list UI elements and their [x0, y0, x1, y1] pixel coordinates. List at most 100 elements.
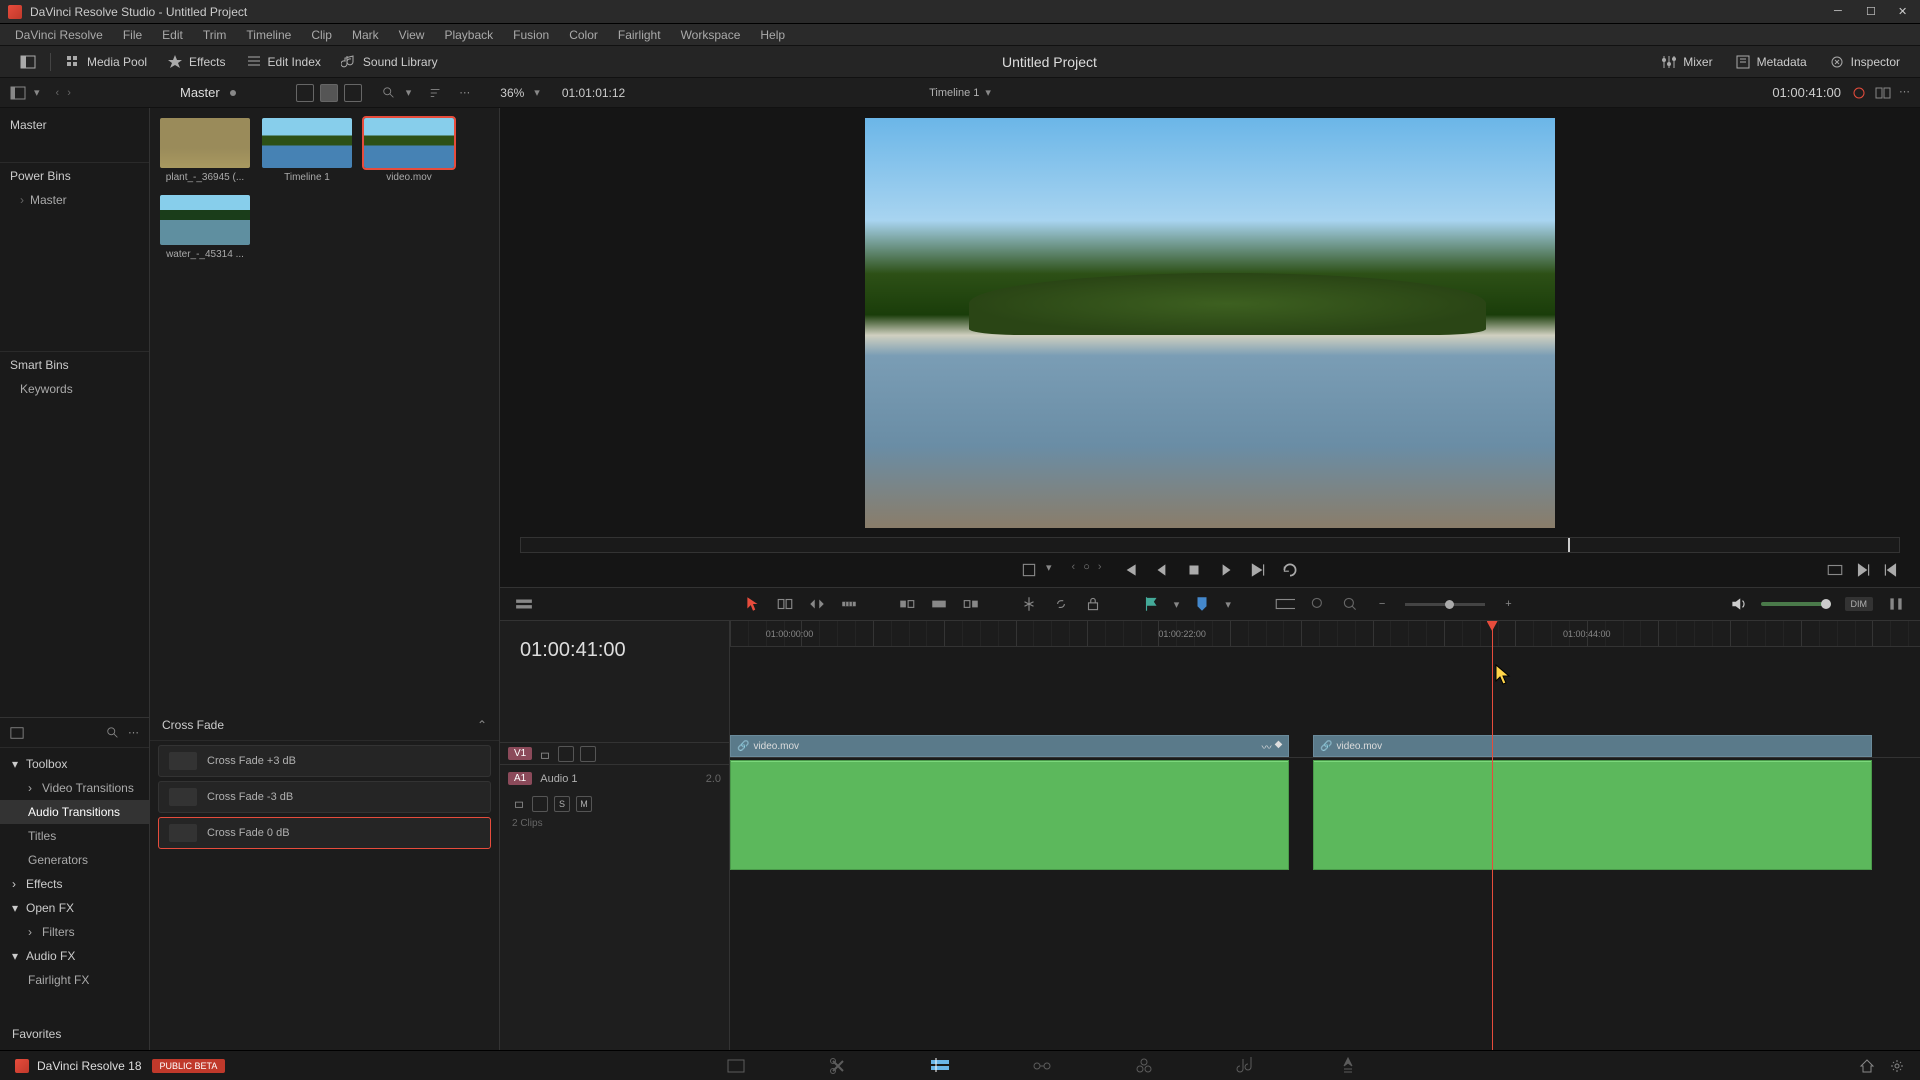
crop-dropdown[interactable]: ▾ — [1046, 561, 1052, 579]
volume-slider[interactable] — [1761, 602, 1831, 606]
zoom-out-button[interactable]: − — [1379, 598, 1385, 610]
fx-video-transitions[interactable]: ›Video Transitions — [0, 776, 149, 800]
clip-item[interactable]: water_-_45314 ... — [160, 195, 250, 260]
fx-list-item[interactable]: Cross Fade -3 dB — [158, 781, 491, 813]
speaker-icon[interactable] — [1729, 595, 1747, 613]
smart-bin-keywords[interactable]: Keywords — [0, 378, 149, 400]
video-clip[interactable]: 🔗video.mov〰◆ — [730, 735, 1289, 757]
dual-view-icon[interactable] — [1875, 85, 1891, 101]
go-end-button[interactable] — [1249, 561, 1267, 579]
fx-menu-icon[interactable]: ⋯ — [128, 726, 139, 739]
dim-button[interactable]: DIM — [1845, 597, 1874, 611]
bin-master[interactable]: Master — [10, 114, 139, 136]
meters-icon[interactable] — [1887, 595, 1905, 613]
prev-frame-button[interactable] — [1153, 561, 1171, 579]
audio-toggle[interactable] — [532, 796, 548, 812]
loop-button[interactable] — [1281, 561, 1299, 579]
deliver-page-tab[interactable] — [1337, 1055, 1359, 1077]
menu-fairlight[interactable]: Fairlight — [608, 28, 671, 42]
sound-library-button[interactable]: Sound Library — [331, 50, 448, 74]
fx-favorites[interactable]: Favorites — [0, 1022, 149, 1046]
go-start-button[interactable] — [1121, 561, 1139, 579]
clip-item[interactable]: Timeline 1 — [262, 118, 352, 183]
zoom-detail-icon[interactable] — [1341, 595, 1359, 613]
menu-timeline[interactable]: Timeline — [236, 28, 301, 42]
effects-button[interactable]: Effects — [157, 50, 235, 74]
next-edit-button[interactable]: › — [1098, 561, 1102, 579]
flag-icon[interactable] — [1142, 595, 1160, 613]
prev-clip-button[interactable] — [1882, 561, 1900, 579]
panel-toggle-icon[interactable] — [10, 726, 24, 740]
fx-audiofx[interactable]: ▾Audio FX — [0, 944, 149, 968]
razor-icon[interactable] — [1020, 595, 1038, 613]
link-icon[interactable] — [1052, 595, 1070, 613]
lock-icon[interactable] — [512, 796, 526, 810]
thumb-view-icon[interactable] — [320, 84, 338, 102]
match-frame-icon[interactable] — [1826, 561, 1844, 579]
sort-icon[interactable] — [429, 86, 443, 100]
insert-icon[interactable] — [898, 595, 916, 613]
dynamic-trim-icon[interactable] — [808, 595, 826, 613]
audio-track-header[interactable]: A1 Audio 1 2.0 — [500, 764, 729, 792]
viewer-canvas[interactable] — [500, 108, 1920, 537]
menu-trim[interactable]: Trim — [193, 28, 237, 42]
settings-icon[interactable] — [1889, 1058, 1905, 1074]
zoom-in-button[interactable]: + — [1505, 598, 1511, 610]
fx-generators[interactable]: Generators — [0, 848, 149, 872]
marker-icon[interactable] — [1193, 595, 1211, 613]
timeline-tracks[interactable]: 01:00:00:0001:00:22:0001:00:44:00 🔗video… — [730, 621, 1920, 1050]
bypass-icon[interactable] — [1851, 85, 1867, 101]
track-toggle-1[interactable] — [558, 746, 574, 762]
fx-titles[interactable]: Titles — [0, 824, 149, 848]
mixer-button[interactable]: Mixer — [1651, 50, 1722, 74]
solo-button[interactable]: S — [554, 796, 570, 812]
menu-clip[interactable]: Clip — [301, 28, 342, 42]
stop-button[interactable] — [1185, 561, 1203, 579]
audio-clip[interactable] — [1313, 760, 1872, 870]
prev-edit-button[interactable]: ‹ — [1072, 561, 1076, 579]
close-button[interactable]: ✕ — [1898, 5, 1912, 19]
menu-workspace[interactable]: Workspace — [671, 28, 751, 42]
fusion-page-tab[interactable] — [1031, 1055, 1053, 1077]
inspector-button[interactable]: Inspector — [1819, 50, 1910, 74]
media-page-tab[interactable] — [725, 1055, 747, 1077]
metadata-button[interactable]: Metadata — [1725, 50, 1817, 74]
lock-icon[interactable] — [1084, 595, 1102, 613]
menu-file[interactable]: File — [113, 28, 152, 42]
flag-dropdown[interactable]: ▾ — [1174, 598, 1180, 611]
menu-edit[interactable]: Edit — [152, 28, 193, 42]
menu-fusion[interactable]: Fusion — [503, 28, 559, 42]
media-pool-button[interactable]: Media Pool — [55, 50, 157, 74]
snap-icon[interactable] — [1271, 595, 1295, 613]
blade-tool-icon[interactable] — [840, 595, 858, 613]
fx-audio-transitions[interactable]: Audio Transitions — [0, 800, 149, 824]
zoom-percent[interactable]: 36% — [500, 86, 524, 100]
fx-toolbox[interactable]: ▾Toolbox — [0, 752, 149, 776]
crop-icon[interactable] — [1020, 561, 1038, 579]
v1-badge[interactable]: V1 — [508, 747, 532, 760]
zoom-to-fit-icon[interactable] — [1309, 595, 1327, 613]
fx-openfx[interactable]: ▾Open FX — [0, 896, 149, 920]
search-icon[interactable] — [106, 726, 120, 740]
trim-tool-icon[interactable] — [776, 595, 794, 613]
audio-clip[interactable] — [730, 760, 1289, 870]
zoom-slider[interactable] — [1405, 603, 1485, 606]
fx-fairlight[interactable]: Fairlight FX — [0, 968, 149, 992]
minimize-button[interactable]: ─ — [1834, 5, 1848, 19]
strip-view-icon[interactable] — [344, 84, 362, 102]
menu-davinci-resolve[interactable]: DaVinci Resolve — [5, 28, 113, 42]
list-view-icon[interactable] — [296, 84, 314, 102]
replace-icon[interactable] — [962, 595, 980, 613]
lock-icon[interactable] — [538, 747, 552, 761]
home-icon[interactable] — [1859, 1058, 1875, 1074]
edit-page-tab[interactable] — [929, 1055, 951, 1077]
clip-thumbnail[interactable] — [160, 195, 250, 245]
menu-view[interactable]: View — [389, 28, 435, 42]
fairlight-page-tab[interactable] — [1235, 1055, 1257, 1077]
smart-bins-header[interactable]: Smart Bins — [0, 351, 149, 378]
fx-list-item[interactable]: Cross Fade +3 dB — [158, 745, 491, 777]
clip-item[interactable]: plant_-_36945 (... — [160, 118, 250, 183]
menu-mark[interactable]: Mark — [342, 28, 389, 42]
cut-page-tab[interactable] — [827, 1055, 849, 1077]
menu-playback[interactable]: Playback — [434, 28, 503, 42]
